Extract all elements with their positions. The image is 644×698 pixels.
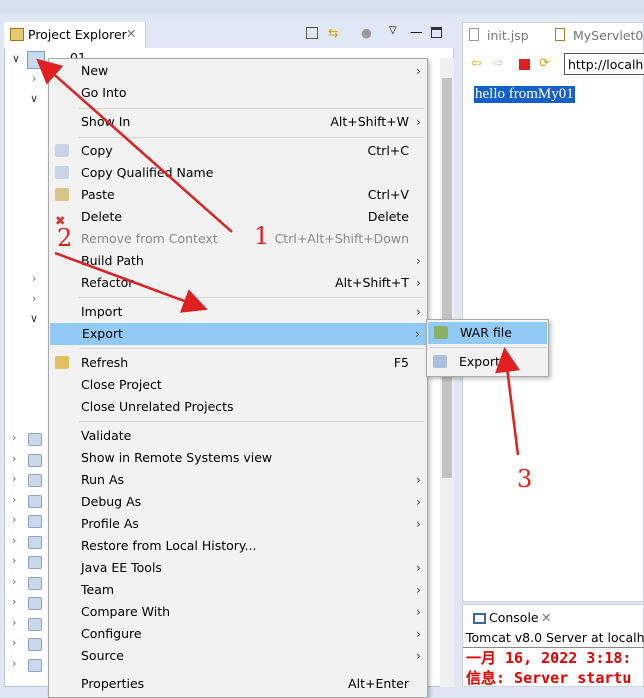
annotation-label-3: 3 bbox=[517, 465, 533, 493]
arrow-2 bbox=[54, 251, 208, 313]
arrow-1 bbox=[36, 58, 233, 233]
annotation-label-1: 1 bbox=[254, 222, 270, 250]
arrow-3 bbox=[495, 347, 520, 456]
annotation-arrows bbox=[36, 58, 520, 456]
annotation-label-2: 2 bbox=[57, 224, 73, 252]
